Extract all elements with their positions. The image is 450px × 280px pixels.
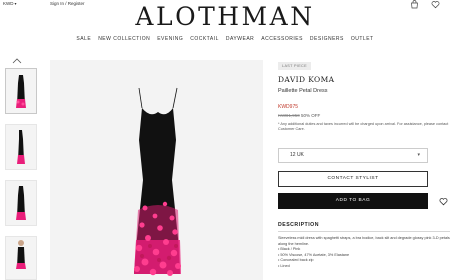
main-product-image[interactable]	[50, 60, 263, 280]
size-select[interactable]: 12 UK ▾	[278, 148, 428, 163]
original-price-row: KWD1,950 50% OFF	[278, 113, 320, 118]
nav-item-daywear[interactable]: DAYWEAR	[226, 36, 254, 42]
original-price: KWD1,950	[278, 113, 300, 118]
heart-icon[interactable]	[439, 197, 448, 206]
brand-name[interactable]: DAVID KOMA	[278, 75, 334, 84]
thumbnail-model[interactable]	[5, 236, 37, 280]
duties-note: * Any additional duties and taxes incurr…	[278, 122, 449, 131]
size-value: 12 UK	[290, 152, 304, 158]
thumbnail-front[interactable]	[5, 68, 37, 114]
nav-item-outlet[interactable]: OUTLET	[351, 36, 374, 42]
thumbnail-side[interactable]	[5, 124, 37, 170]
nav-item-accessories[interactable]: ACCESSORIES	[261, 36, 303, 42]
description-body: Sleeveless midi dress with spaghetti str…	[278, 236, 450, 270]
chevron-down-icon: ▾	[417, 152, 420, 158]
dress-thumbnail-image	[16, 75, 26, 108]
nav-item-evening[interactable]: EVENING	[157, 36, 183, 42]
dress-thumbnail-image	[16, 240, 26, 269]
nav-item-designers[interactable]: DESIGNERS	[310, 36, 344, 42]
contact-stylist-button[interactable]: CONTACT STYLIST	[278, 171, 428, 187]
dress-image	[134, 87, 181, 276]
site-logo[interactable]: ALOTHMAN	[0, 2, 450, 31]
chevron-up-icon[interactable]	[12, 58, 22, 64]
thumbnail-back[interactable]	[5, 180, 37, 226]
dress-thumbnail-image	[16, 186, 26, 220]
nav-item-sale[interactable]: SALE	[76, 36, 91, 42]
description-text: Sleeveless midi dress with spaghetti str…	[278, 236, 450, 246]
description-bullet: • Lined	[278, 263, 290, 268]
description-heading[interactable]: DESCRIPTION	[278, 222, 319, 228]
sale-price: KWD975	[278, 104, 299, 110]
discount-label: 50% OFF	[301, 113, 321, 118]
divider	[278, 231, 450, 232]
last-piece-badge: LAST PIECE	[278, 62, 311, 70]
product-name: Paillette Petal Dress	[278, 88, 328, 94]
nav-item-new-collection[interactable]: NEW COLLECTION	[98, 36, 150, 42]
main-nav: SALE NEW COLLECTION EVENING COCKTAIL DAY…	[0, 36, 450, 42]
nav-item-cocktail[interactable]: COCKTAIL	[190, 36, 219, 42]
add-to-bag-button[interactable]: ADD TO BAG	[278, 193, 428, 209]
dress-thumbnail-image	[17, 130, 25, 164]
